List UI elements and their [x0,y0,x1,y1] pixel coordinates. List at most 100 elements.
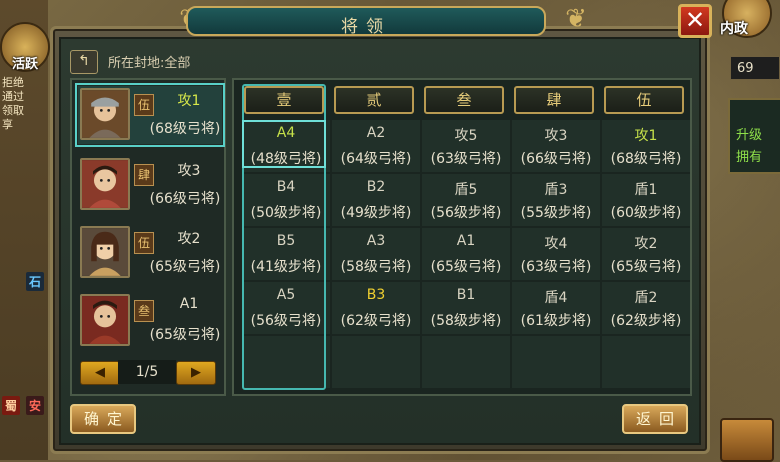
general-list-item[interactable]: 肆 攻3 (66级弓将) [78,156,222,214]
treasure-chest-icon[interactable] [720,418,774,462]
formation-slot-empty[interactable] [332,336,420,388]
formation-slot[interactable]: B4 (50级步将) [242,174,330,226]
formation-slot[interactable]: A3 (58级弓将) [332,228,420,280]
slot-general-code: 盾3 [544,182,568,198]
column-header[interactable]: 叁 [424,86,504,114]
back-arrow-icon[interactable]: ↰ [70,50,98,74]
bg-text-line: 拒绝 [2,76,24,89]
general-rank-badge: 叁 [134,300,154,322]
slot-general-level: (41级步将) [250,259,322,275]
formation-slot[interactable]: 盾1 (60级步将) [602,174,690,226]
general-portrait-avatar [80,294,130,346]
formation-slot[interactable]: A2 (64级弓将) [332,120,420,172]
bg-text-line: 通过 [2,90,24,103]
formation-slot[interactable]: 盾2 (62级步将) [602,282,690,334]
confirm-button[interactable]: 确定 [70,404,136,434]
formation-grid: 壹 贰 叁 肆 伍 A4 (48级弓将) A2 (64级弓将) 攻5 (63级弓… [232,78,692,396]
slot-general-code: A2 [366,125,386,141]
formation-slot-empty[interactable] [602,336,690,388]
slot-general-code: 盾4 [544,290,568,306]
next-page-button[interactable]: ▶ [176,361,216,385]
general-rank-badge: 肆 [134,164,154,186]
bg-text-line: 领取 [2,104,24,117]
slot-general-code: B3 [366,287,386,303]
internal-affairs-button[interactable]: 内政 [716,0,772,44]
column-header[interactable]: 壹 [244,86,324,114]
slot-general-code: B1 [456,287,476,303]
column-header[interactable]: 贰 [334,86,414,114]
formation-slot[interactable]: 攻5 (63级弓将) [422,120,510,172]
formation-slot[interactable]: 盾3 (55级步将) [512,174,600,226]
bg-badge-shu: 蜀 [2,396,21,415]
formation-slot[interactable]: B5 (41级步将) [242,228,330,280]
general-code: A1 [179,296,199,312]
general-level: (66级弓将) [149,191,221,207]
bg-text-line: 享 [2,118,13,131]
formation-slot[interactable]: A5 (56级弓将) [242,282,330,334]
slot-general-level: (56级弓将) [250,313,322,329]
dialog-title: 将领 [341,17,391,37]
slot-general-code: 盾5 [454,182,478,198]
title-ornament-right-icon: ❦ [565,4,587,34]
formation-slot[interactable]: 盾4 (61级步将) [512,282,600,334]
formation-slot[interactable]: B1 (58级步将) [422,282,510,334]
formation-slot[interactable]: 攻2 (65级弓将) [602,228,690,280]
general-rank-badge: 伍 [134,94,154,116]
formation-slot[interactable]: B3 (62级弓将) [332,282,420,334]
general-portrait-avatar [80,88,130,140]
slot-general-code: B4 [276,179,296,195]
activity-button[interactable]: 活跃 [0,22,50,72]
activity-label: 活跃 [11,57,38,72]
column-header[interactable]: 肆 [514,86,594,114]
formation-slot[interactable]: 盾5 (56级步将) [422,174,510,226]
dialog-title-bar: 将领 [186,6,546,37]
internal-affairs-label: 内政 [720,21,748,37]
formation-slot[interactable]: 攻3 (66级弓将) [512,120,600,172]
slot-general-code: 盾1 [634,182,658,198]
resource-counter: 69 [730,56,780,80]
slot-general-level: (68级弓将) [610,151,682,167]
slot-general-code: 攻3 [544,128,568,144]
slot-general-level: (62级弓将) [340,313,412,329]
formation-slot[interactable]: B2 (49级步将) [332,174,420,226]
fief-filter-label[interactable]: 所在封地:全部 [108,52,190,71]
general-code: 攻2 [177,231,201,247]
slot-general-level: (63级弓将) [520,259,592,275]
slot-general-level: (48级弓将) [250,151,322,167]
formation-slot-empty[interactable] [422,336,510,388]
general-level: (68级弓将) [149,121,221,137]
column-header[interactable]: 伍 [604,86,684,114]
slot-general-level: (61级步将) [520,313,592,329]
formation-slot[interactable]: A4 (48级弓将) [242,120,330,172]
slot-general-code: 攻5 [454,128,478,144]
formation-slot-empty[interactable] [242,336,330,388]
formation-slot[interactable]: 攻4 (63级弓将) [512,228,600,280]
slot-general-level: (63级弓将) [430,151,502,167]
slot-general-code: 攻2 [634,236,658,252]
slot-general-level: (65级弓将) [610,259,682,275]
slot-general-code: B5 [276,233,296,249]
slot-general-level: (66级弓将) [520,151,592,167]
slot-general-level: (58级步将) [430,313,502,329]
slot-general-code: B2 [366,179,386,195]
prev-page-button[interactable]: ◀ [80,361,120,385]
general-list-item[interactable]: 伍 攻2 (65级弓将) [78,224,222,282]
slot-general-code: 攻4 [544,236,568,252]
close-button[interactable]: ✕ [678,4,712,38]
general-list: 伍 攻1 (68级弓将) 肆 攻3 (66级弓将) 伍 攻2 (65级弓将) 叁… [70,78,226,396]
bg-badge-an: 安 [26,396,45,415]
slot-general-level: (64级弓将) [340,151,412,167]
return-button[interactable]: 返回 [622,404,688,434]
general-level: (65级弓将) [149,327,221,343]
general-list-item[interactable]: 伍 攻1 (68级弓将) [75,83,225,147]
side-quest-panel[interactable]: 升级 拥有 [728,98,780,174]
general-list-item[interactable]: 叁 A1 (65级弓将) [78,292,222,350]
formation-slot[interactable]: A1 (65级弓将) [422,228,510,280]
slot-general-level: (62级步将) [610,313,682,329]
slot-general-code: 攻1 [634,128,658,144]
slot-general-level: (58级弓将) [340,259,412,275]
formation-slot[interactable]: 攻1 (68级弓将) [602,120,690,172]
general-level: (65级弓将) [149,259,221,275]
formation-slot-empty[interactable] [512,336,600,388]
general-rank-badge: 伍 [134,232,154,254]
